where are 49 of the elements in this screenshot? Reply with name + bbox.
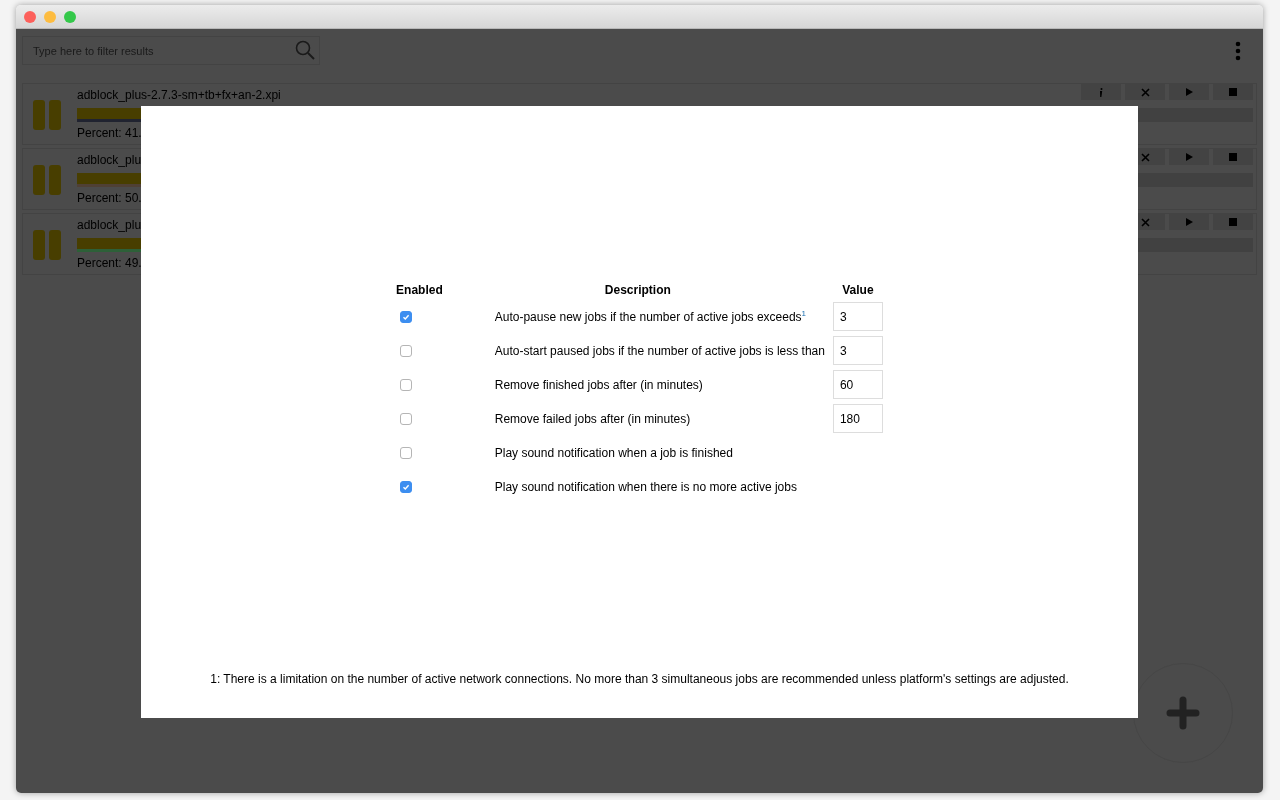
setting-description: Remove finished jobs after (in minutes)	[493, 377, 704, 392]
info-button[interactable]	[1081, 84, 1121, 100]
menu-icon[interactable]	[1235, 40, 1241, 61]
stop-button[interactable]	[1213, 149, 1253, 165]
column-header: Description	[603, 283, 672, 297]
percent-label: Percent: 49.	[77, 256, 143, 270]
play-icon	[1185, 88, 1193, 96]
percent-label: Percent: 41.	[77, 126, 143, 140]
setting-description: Remove failed jobs after (in minutes)	[493, 411, 692, 426]
minimize-window-button[interactable]	[44, 10, 56, 23]
setting-description: Auto-pause new jobs if the number of active jobs exceeds$^{1}$	[493, 310, 808, 324]
percent-label: Percent: 50.	[77, 191, 143, 205]
plus-icon	[1166, 696, 1200, 730]
checkbox[interactable]	[400, 379, 413, 392]
footnote: 1: There is a limitation on the number of active network connections. No more than 3 simultaneous jobs are recommended unless platform's settings are adjusted.	[210, 672, 1069, 686]
value-field[interactable]: 3	[832, 302, 883, 331]
play-icon	[1185, 218, 1193, 226]
stop-button[interactable]	[1213, 84, 1253, 100]
setting-description: Auto-start paused jobs if the number of active jobs is less than	[493, 343, 826, 358]
checkbox[interactable]	[400, 447, 413, 460]
close-window-button[interactable]	[24, 10, 36, 23]
checkbox[interactable]	[400, 413, 413, 426]
pause-icon[interactable]	[33, 230, 63, 260]
file-name: adblock_plu	[77, 152, 142, 167]
stop-button[interactable]	[1213, 214, 1253, 230]
checkbox[interactable]	[400, 345, 413, 358]
setting-description: Play sound notification when a job is finished	[493, 445, 734, 460]
value-field[interactable]: 60	[832, 370, 883, 399]
checkbox[interactable]	[400, 311, 413, 324]
pause-icon[interactable]	[33, 100, 63, 130]
search-icon	[295, 40, 315, 60]
column-header: Value	[841, 283, 875, 297]
zoom-window-button[interactable]	[64, 10, 76, 23]
checkbox[interactable]	[400, 481, 413, 494]
column-header: Enabled	[395, 283, 444, 297]
stop-icon	[1229, 153, 1237, 161]
pause-icon[interactable]	[33, 165, 63, 195]
check-icon	[401, 312, 412, 323]
play-icon	[1185, 153, 1193, 161]
stop-icon	[1229, 88, 1237, 96]
file-name: adblock_plus-2.7.3-sm+tb+fx+an-2.xpi	[77, 87, 281, 102]
value-field[interactable]: 180	[832, 404, 883, 433]
check-icon	[401, 482, 412, 493]
play-button[interactable]	[1169, 84, 1209, 100]
file-name: adblock_plu	[77, 217, 142, 232]
stop-icon	[1229, 218, 1237, 226]
value-field[interactable]: 3	[832, 336, 883, 365]
setting-description: Play sound notification when there is no more active jobs	[493, 479, 798, 494]
info-icon	[1099, 87, 1103, 97]
